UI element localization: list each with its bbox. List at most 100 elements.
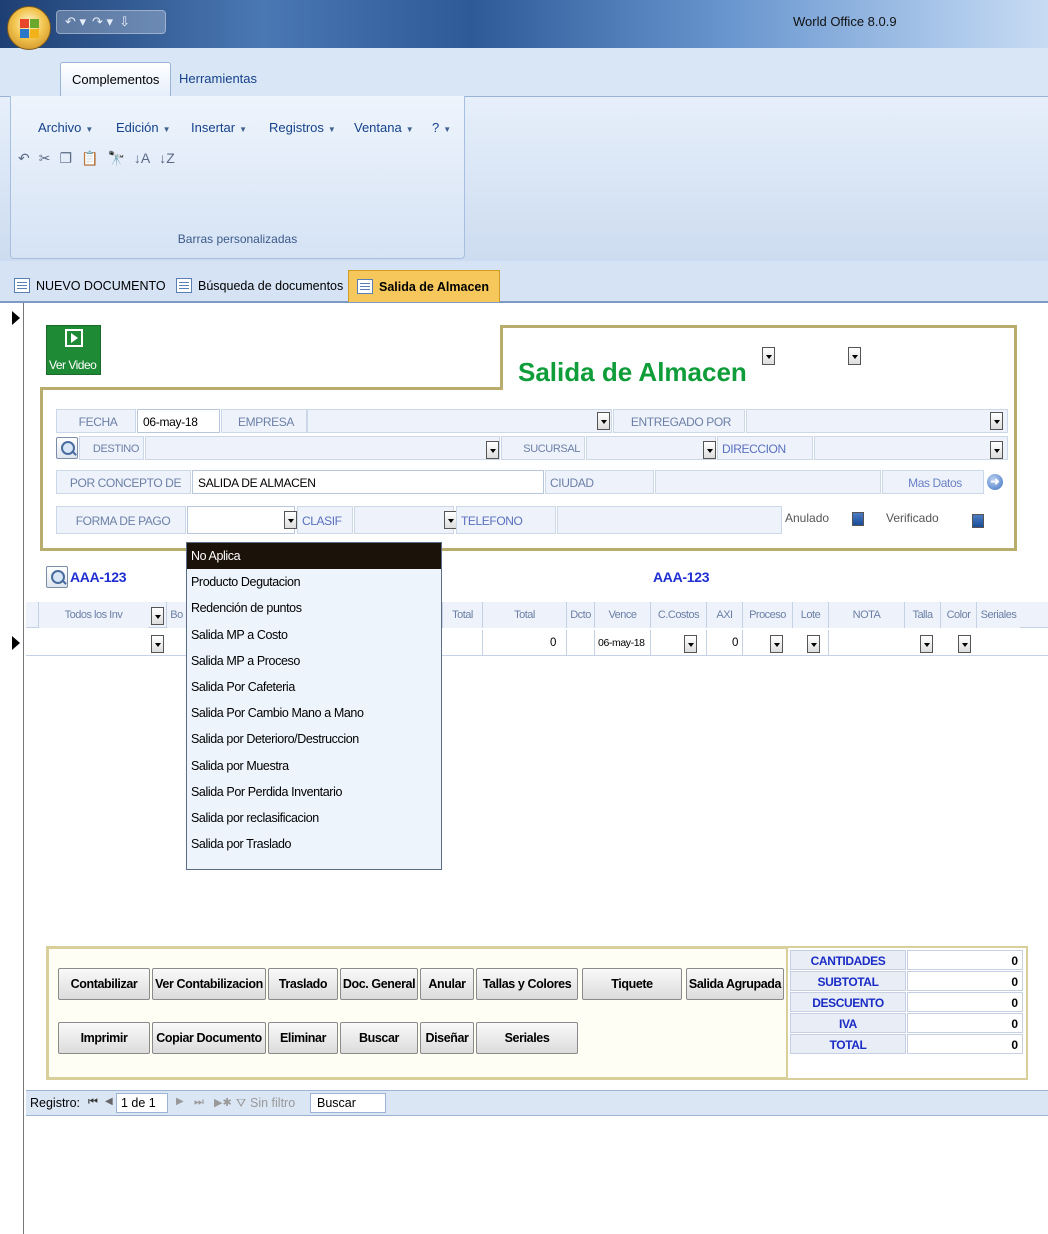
menu-archivo[interactable]: Archivo ▼ [38, 120, 93, 135]
tab-herramientas[interactable]: Herramientas [168, 62, 268, 96]
ciudad-field[interactable] [655, 470, 881, 494]
concepto-field[interactable]: SALIDA DE ALMACEN [192, 470, 544, 494]
document-code-left: AAA-123 [70, 569, 127, 585]
entregado-field[interactable] [746, 409, 1008, 433]
document-number-dropdown[interactable] [848, 347, 861, 365]
first-record-icon[interactable]: ⏮ [88, 1096, 98, 1109]
dropdown-option[interactable]: Salida Por Cafeteria [187, 674, 441, 700]
seriales-button[interactable]: Seriales [476, 1022, 578, 1054]
inventory-search-icon[interactable] [46, 566, 68, 588]
dropdown-option[interactable]: Salida por Traslado [187, 831, 441, 857]
verificado-checkbox[interactable] [972, 514, 984, 528]
menu-insertar[interactable]: Insertar ▼ [191, 120, 247, 135]
paste-icon[interactable]: 📋 [81, 150, 98, 167]
entregado-dropdown[interactable] [990, 412, 1003, 430]
next-record-icon[interactable]: ▶ [176, 1096, 184, 1107]
vence-cell[interactable]: 06-may-18 [594, 630, 650, 656]
doc-tab-busqueda[interactable]: Búsqueda de documentos [168, 270, 353, 302]
ccostos-cell[interactable] [650, 630, 706, 656]
copy-icon[interactable]: ❐ [59, 150, 72, 167]
traslado-button[interactable]: Traslado [268, 968, 338, 1000]
axi-cell[interactable]: 0 [706, 630, 742, 656]
ver-contabilizacion-button[interactable]: Ver Contabilizacion [152, 968, 266, 1000]
proceso-cell[interactable] [742, 630, 792, 656]
sucursal-field[interactable] [586, 436, 716, 460]
arrow-right-icon[interactable]: ➜ [987, 474, 1003, 490]
search-field[interactable]: Buscar [310, 1093, 386, 1113]
record-position-field[interactable]: 1 de 1 [116, 1093, 168, 1113]
imprimir-button[interactable]: Imprimir [58, 1022, 150, 1054]
dropdown-option[interactable]: Salida MP a Proceso [187, 648, 441, 674]
dropdown-option[interactable]: Salida Por Perdida Inventario [187, 779, 441, 805]
dropdown-option[interactable]: Salida Por Cambio Mano a Mano [187, 700, 441, 726]
last-record-icon[interactable]: ⏭ [194, 1096, 204, 1109]
direccion-dropdown[interactable] [990, 441, 1003, 459]
total-value: 0 [907, 992, 1023, 1012]
anulado-checkbox[interactable] [852, 512, 864, 526]
tallas-colores-button[interactable]: Tallas y Colores [476, 968, 578, 1000]
undo-icon[interactable]: ↶ [18, 150, 30, 167]
dropdown-option[interactable]: Salida por Muestra [187, 753, 441, 779]
menu-registros[interactable]: Registros ▼ [269, 120, 336, 135]
quick-access-toolbar: ↶ ▾ ↷ ▾ ⇩ [56, 10, 166, 34]
anular-button[interactable]: Anular [420, 968, 474, 1000]
sin-filtro-label[interactable]: Sin filtro [250, 1096, 295, 1110]
customize-qat-icon[interactable]: ⇩ [119, 14, 130, 30]
dropdown-option[interactable]: Producto Degutacion [187, 569, 441, 595]
destino-field[interactable] [145, 436, 500, 460]
nota-cell[interactable] [828, 630, 904, 656]
product-dropdown[interactable] [151, 635, 164, 653]
cut-icon[interactable]: ✂ [39, 150, 51, 167]
dropdown-option[interactable]: Salida por reclasificacion [187, 805, 441, 831]
tab-complementos[interactable]: Complementos [60, 62, 172, 96]
dropdown-option[interactable]: Salida por Deterioro/Destruccion [187, 726, 441, 752]
salida-agrupada-button[interactable]: Salida Agrupada [686, 968, 784, 1000]
sort-descending-icon[interactable]: ↓Z [159, 150, 175, 167]
record-selector-icon[interactable] [12, 311, 20, 325]
dcto-cell[interactable] [566, 630, 594, 656]
direccion-field[interactable] [814, 436, 1008, 460]
dropdown-option[interactable]: No Aplica [187, 543, 441, 570]
inventory-filter-dropdown[interactable] [151, 607, 164, 625]
menu-edicion[interactable]: Edición ▼ [116, 120, 171, 135]
dropdown-option[interactable]: Redención de puntos [187, 595, 441, 621]
doc-general-button[interactable]: Doc. General [340, 968, 418, 1000]
previous-record-icon[interactable]: ◀ [105, 1096, 113, 1107]
destino-search-icon[interactable] [56, 437, 78, 459]
document-type-dropdown[interactable] [762, 347, 775, 365]
contabilizar-button[interactable]: Contabilizar [58, 968, 150, 1000]
talla-dropdown[interactable] [920, 635, 933, 653]
dropdown-option[interactable]: Salida MP a Costo [187, 622, 441, 648]
menu-ventana[interactable]: Ventana ▼ [354, 120, 414, 135]
forma-pago-dropdown[interactable] [284, 511, 297, 529]
redo-icon[interactable]: ↷ ▾ [92, 14, 113, 30]
clasif-field[interactable] [354, 506, 454, 534]
menu-help[interactable]: ? ▼ [432, 120, 451, 135]
office-button[interactable] [7, 6, 51, 50]
destino-dropdown[interactable] [486, 441, 499, 459]
ccostos-dropdown[interactable] [684, 635, 697, 653]
sucursal-dropdown[interactable] [703, 441, 716, 459]
empresa-field[interactable] [307, 409, 612, 433]
lote-dropdown[interactable] [807, 635, 820, 653]
tiquete-button[interactable]: Tiquete [582, 968, 682, 1000]
buscar-button[interactable]: Buscar [340, 1022, 418, 1054]
total-cell[interactable]: 0 [482, 630, 566, 656]
mas-datos-link[interactable]: Mas Datos [882, 470, 984, 494]
doc-tab-nuevo-documento[interactable]: NUEVO DOCUMENTO [6, 270, 176, 302]
new-record-icon[interactable]: ▶✱ [214, 1096, 232, 1109]
fecha-field[interactable]: 06-may-18 [137, 409, 220, 433]
undo-icon[interactable]: ↶ ▾ [65, 14, 86, 30]
sort-ascending-icon[interactable]: ↓A [134, 150, 150, 167]
ver-video-button[interactable]: Ver Video [46, 325, 101, 375]
eliminar-button[interactable]: Eliminar [268, 1022, 338, 1054]
doc-tab-salida-almacen[interactable]: Salida de Almacen [348, 270, 500, 302]
disenar-button[interactable]: Diseñar [420, 1022, 474, 1054]
find-icon[interactable]: 🔭 [107, 150, 124, 167]
forma-pago-field[interactable] [187, 506, 295, 534]
copiar-documento-button[interactable]: Copiar Documento [152, 1022, 266, 1054]
proceso-dropdown[interactable] [770, 635, 783, 653]
telefono-field[interactable] [557, 506, 782, 534]
empresa-dropdown[interactable] [597, 412, 610, 430]
color-dropdown[interactable] [958, 635, 971, 653]
